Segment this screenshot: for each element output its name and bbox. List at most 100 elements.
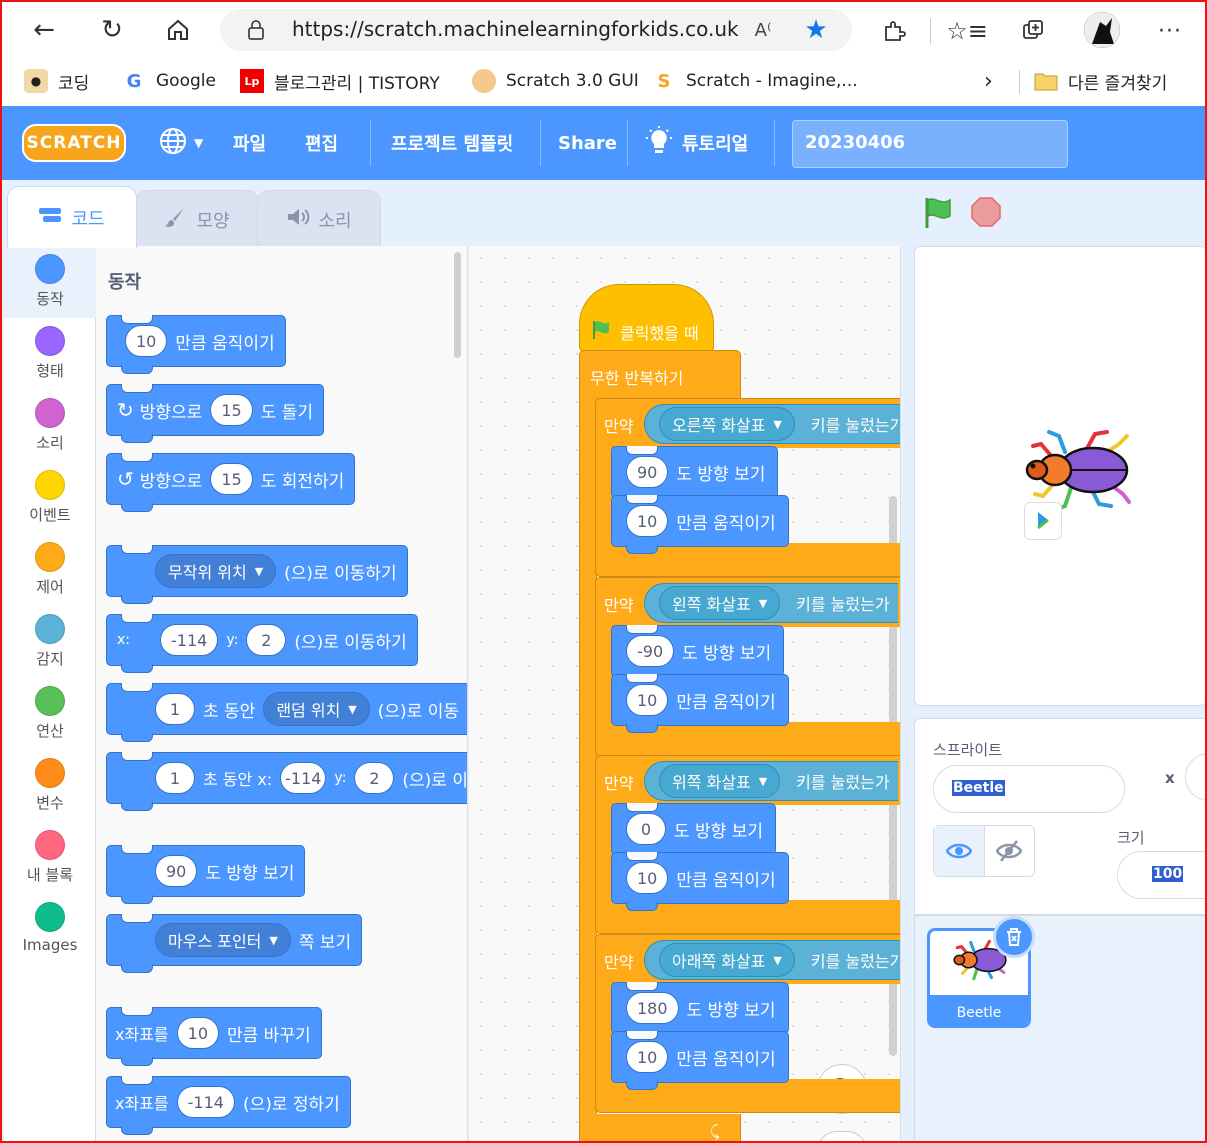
steps-input[interactable]: 10 (626, 505, 669, 537)
forever-block[interactable]: 무한 반복하기 (579, 350, 741, 400)
extensions-icon[interactable] (876, 14, 912, 48)
if-block[interactable]: 만약 오른쪽 화살표 ▼ 키를 눌렀는가 (595, 398, 900, 448)
direction-input[interactable]: 0 (626, 813, 666, 845)
share-menu[interactable]: Share (558, 106, 617, 180)
language-menu[interactable]: ▼ (158, 106, 203, 180)
palette-scrollbar[interactable] (454, 252, 461, 358)
key-pressed-block[interactable]: 아래쪽 화살표 ▼ 키를 눌렀는가 (644, 940, 900, 980)
move-steps-block[interactable]: 10 만큼 움직이기 (611, 1031, 789, 1090)
move-steps-block[interactable]: 10 만큼 움직이기 (611, 674, 789, 733)
x-input[interactable]: -114 (160, 624, 219, 656)
home-icon[interactable] (158, 12, 198, 48)
stage[interactable] (914, 246, 1205, 706)
key-dropdown[interactable]: 왼쪽 화살표 ▼ (659, 586, 781, 620)
refresh-icon[interactable]: ↻ (92, 12, 132, 48)
category-7[interactable]: 변수 (4, 758, 96, 813)
point-direction-block[interactable]: 0 도 방향 보기 (611, 803, 777, 862)
green-flag-icon[interactable] (922, 196, 954, 234)
if-block[interactable]: 만약 위쪽 화살표 ▼ 키를 눌렀는가 (595, 755, 900, 805)
file-menu[interactable]: 파일 (233, 106, 266, 180)
key-pressed-block[interactable]: 왼쪽 화살표 ▼ 키를 눌렀는가 (644, 583, 898, 623)
collections-icon[interactable] (1014, 14, 1052, 48)
change-x-block[interactable]: x좌표를 10 만큼 바꾸기 (106, 1007, 322, 1066)
favorite-item[interactable]: S Scratch - Imagine,... (652, 58, 858, 104)
category-1[interactable]: 형태 (4, 326, 96, 381)
key-dropdown[interactable]: 위쪽 화살표 ▼ (659, 764, 781, 798)
point-direction-block[interactable]: 180 도 방향 보기 (611, 982, 789, 1041)
key-dropdown[interactable]: 오른쪽 화살표 ▼ (659, 407, 795, 441)
set-x-block[interactable]: x좌표를 -114 (으)로 정하기 (106, 1076, 351, 1135)
if-block[interactable]: 만약 왼쪽 화살표 ▼ 키를 눌렀는가 (595, 577, 900, 627)
glide-block[interactable]: 1 초 동안 랜덤 위치 ▼ (으)로 이동 (106, 683, 467, 742)
url-text[interactable]: https://scratch.machinelearningforkids.c… (292, 17, 739, 41)
if-block[interactable]: 만약 아래쪽 화살표 ▼ 키를 눌렀는가 (595, 934, 900, 984)
turn-left-block[interactable]: ↺ 방향으로 15 도 회전하기 (106, 453, 356, 512)
favorite-item[interactable]: ● 코딩 (24, 58, 89, 104)
steps-input[interactable]: 10 (626, 862, 669, 894)
goto-block[interactable]: 무작위 위치 ▼ (으)로 이동하기 (106, 545, 408, 604)
move-steps-block[interactable]: 10 만큼 움직이기 (611, 852, 789, 911)
seconds-input[interactable]: 1 (155, 693, 195, 725)
steps-input[interactable]: 10 (626, 1041, 669, 1073)
x-position-input[interactable] (1185, 753, 1205, 801)
scratch-logo[interactable]: SCRATCH (22, 124, 126, 162)
zoom-out-icon[interactable] (817, 1131, 867, 1141)
x-input[interactable]: -114 (176, 1086, 235, 1118)
category-4[interactable]: 제어 (4, 542, 96, 597)
profile-icon[interactable] (1084, 12, 1120, 48)
turn-right-block[interactable]: ↻ 방향으로 15 도 돌기 (106, 384, 325, 443)
x-input[interactable]: -114 (280, 762, 327, 794)
category-2[interactable]: 소리 (4, 398, 96, 453)
direction-input[interactable]: 90 (155, 855, 198, 887)
category-8[interactable]: 내 블록 (4, 830, 96, 885)
category-6[interactable]: 연산 (4, 686, 96, 741)
glide-target-dropdown[interactable]: 랜덤 위치 ▼ (263, 692, 370, 726)
key-pressed-block[interactable]: 오른쪽 화살표 ▼ 키를 눌렀는가 (644, 404, 900, 444)
stop-icon[interactable] (970, 196, 1002, 232)
move-steps-block[interactable]: 10 만큼 움직이기 (106, 315, 286, 374)
direction-input[interactable]: -90 (626, 635, 675, 667)
key-pressed-block[interactable]: 위쪽 화살표 ▼ 키를 눌렀는가 (644, 761, 898, 801)
point-direction-block[interactable]: 90 도 방향 보기 (611, 446, 779, 505)
when-flag-clicked-block[interactable]: 클릭했을 때 (579, 284, 714, 352)
y-input[interactable]: 2 (246, 624, 287, 656)
address-bar[interactable]: https://scratch.machinelearningforkids.c… (220, 9, 852, 51)
eye-icon[interactable] (934, 826, 985, 876)
back-icon[interactable]: ← (24, 12, 64, 48)
project-title-input[interactable]: 20230406 (792, 120, 1068, 168)
sprite-name-input[interactable]: Beetle (933, 765, 1125, 813)
visibility-toggle[interactable] (933, 825, 1035, 877)
script-workspace[interactable]: 클릭했을 때 무한 반복하기 ⤹ 만약 오른쪽 화살표 ▼ 키를 눌렀는가 90 도 방향… (469, 246, 901, 1141)
favorite-item[interactable]: Scratch 3.0 GUI (472, 58, 639, 104)
towards-target-dropdown[interactable]: 마우스 포인터 ▼ (155, 923, 291, 957)
category-5[interactable]: 감지 (4, 614, 96, 669)
lock-icon[interactable] (244, 18, 268, 42)
category-3[interactable]: 이벤트 (4, 470, 96, 525)
category-9[interactable]: Images (4, 902, 96, 954)
point-towards-block[interactable]: 마우스 포인터 ▼ 쪽 보기 (106, 914, 363, 973)
favorite-item[interactable]: G Google (122, 58, 216, 104)
more-icon[interactable]: ··· (1152, 14, 1188, 48)
steps-input[interactable]: 10 (626, 684, 669, 716)
degrees-input[interactable]: 15 (210, 463, 253, 495)
tab-sounds[interactable]: 소리 (257, 190, 381, 248)
goto-target-dropdown[interactable]: 무작위 위치 ▼ (155, 554, 277, 588)
tab-costumes[interactable]: 모양 (135, 190, 259, 248)
category-0[interactable]: 동작 (4, 254, 96, 309)
y-input[interactable]: 2 (354, 762, 395, 794)
eye-off-icon[interactable] (985, 826, 1035, 876)
point-direction-block[interactable]: -90 도 방향 보기 (611, 625, 785, 684)
degrees-input[interactable]: 15 (210, 394, 253, 426)
direction-input[interactable]: 180 (626, 992, 679, 1024)
steps-input[interactable]: 10 (125, 325, 168, 357)
read-aloud-icon[interactable]: A⁽ (748, 17, 778, 43)
tutorials-menu[interactable]: 튜토리얼 (646, 106, 748, 180)
edit-menu[interactable]: 편집 (305, 106, 338, 180)
tab-code[interactable]: 코드 (7, 186, 137, 248)
dx-input[interactable]: 10 (176, 1017, 219, 1049)
key-dropdown[interactable]: 아래쪽 화살표 ▼ (659, 943, 795, 977)
chevron-right-icon[interactable]: › (984, 58, 993, 104)
project-templates-menu[interactable]: 프로젝트 템플릿 (391, 106, 513, 180)
favorites-icon[interactable]: ☆≡ (946, 14, 988, 48)
seconds-input[interactable]: 1 (155, 762, 195, 794)
